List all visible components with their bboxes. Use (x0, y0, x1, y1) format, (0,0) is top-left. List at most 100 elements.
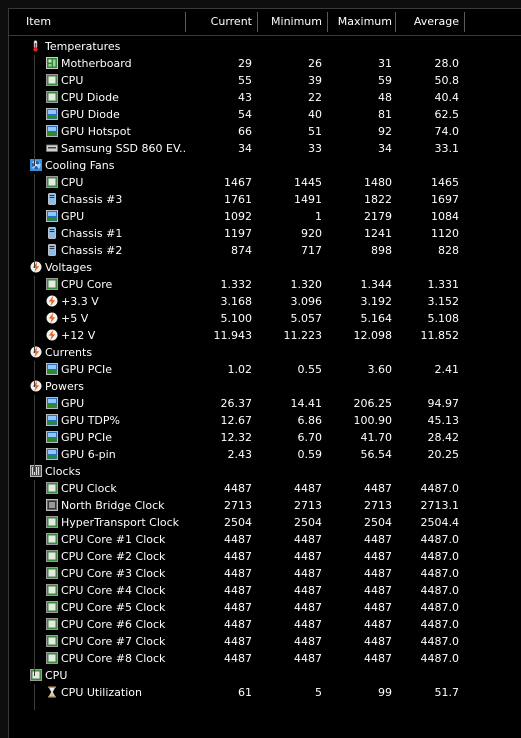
current-value: 5.100 (220, 312, 253, 325)
maximum-value: 4487 (364, 533, 392, 546)
average-value: 4487.0 (420, 584, 460, 597)
average-value: 51.7 (434, 686, 460, 699)
sensor-row[interactable]: GPU 26.37 14.41 206.25 94.97 (9, 395, 521, 412)
sensor-group-row[interactable]: Temperatures (9, 38, 521, 55)
sensor-row[interactable]: CPU Core #8 Clock 4487 4487 4487 4487.0 (9, 650, 521, 667)
minimum-value: 4487 (294, 533, 322, 546)
sensor-label: GPU Diode (61, 108, 120, 121)
sensor-row[interactable]: CPU Core #6 Clock 4487 4487 4487 4487.0 (9, 616, 521, 633)
chip-icon (46, 176, 58, 188)
sensor-row[interactable]: GPU Diode 54 40 81 62.5 (9, 106, 521, 123)
chip-icon (46, 550, 58, 562)
sensor-row[interactable]: CPU Diode 43 22 48 40.4 (9, 89, 521, 106)
header-item[interactable]: Item (26, 9, 51, 35)
minimum-value: 26 (308, 57, 322, 70)
maximum-value: 48 (378, 91, 392, 104)
header-maximum[interactable]: Maximum (328, 9, 392, 35)
sensor-label: GPU Hotspot (61, 125, 131, 138)
sensor-label: CPU Core #3 Clock (61, 567, 166, 580)
chip-icon (46, 567, 58, 579)
maximum-value: 898 (371, 244, 392, 257)
sensor-group-row[interactable]: CPU (9, 667, 521, 684)
header-average[interactable]: Average (396, 9, 459, 35)
maximum-value: 100.90 (353, 414, 393, 427)
average-value: 5.108 (427, 312, 460, 325)
minimum-value: 33 (308, 142, 322, 155)
minimum-value: 1 (315, 210, 322, 223)
average-value: 1120 (431, 227, 459, 240)
sensor-row[interactable]: HyperTransport Clock 2504 2504 2504 2504.4 (9, 514, 521, 531)
sensor-label: GPU (61, 397, 85, 410)
maximum-value: 4487 (364, 550, 392, 563)
sensor-label: CPU Diode (61, 91, 119, 104)
maximum-value: 1480 (364, 176, 392, 189)
group-label: Voltages (45, 261, 92, 274)
current-value: 4487 (224, 601, 252, 614)
chip-icon (46, 618, 58, 630)
sensor-row[interactable]: CPU Core #4 Clock 4487 4487 4487 4487.0 (9, 582, 521, 599)
sensor-row[interactable]: CPU 55 39 59 50.8 (9, 72, 521, 89)
header-current[interactable]: Current (186, 9, 252, 35)
maximum-value: 41.70 (360, 431, 393, 444)
thermometer-icon (30, 40, 42, 52)
current-value: 2.43 (227, 448, 253, 461)
average-value: 11.852 (420, 329, 460, 342)
minimum-value: 5 (315, 686, 322, 699)
chassis-icon (46, 227, 58, 239)
chip-icon (46, 533, 58, 545)
sensor-row[interactable]: CPU Core #1 Clock 4487 4487 4487 4487.0 (9, 531, 521, 548)
average-value: 1084 (431, 210, 459, 223)
sensor-row[interactable]: GPU Hotspot 66 51 92 74.0 (9, 123, 521, 140)
sensor-row[interactable]: CPU Core #5 Clock 4487 4487 4487 4487.0 (9, 599, 521, 616)
current-value: 43 (238, 91, 252, 104)
sensor-group-row[interactable]: Cooling Fans (9, 157, 521, 174)
sensor-label: Samsung SSD 860 EV... (61, 142, 186, 155)
group-label: Currents (45, 346, 93, 359)
sensor-label: CPU Core (61, 278, 113, 291)
sensor-group-row[interactable]: Clocks (9, 463, 521, 480)
sensor-row[interactable]: CPU Core 1.332 1.320 1.344 1.331 (9, 276, 521, 293)
sensor-row[interactable]: North Bridge Clock 2713 2713 2713 2713.1 (9, 497, 521, 514)
sensor-row[interactable]: GPU 1092 1 2179 1084 (9, 208, 521, 225)
current-value: 26.37 (220, 397, 253, 410)
sensor-row[interactable]: Motherboard 29 26 31 28.0 (9, 55, 521, 72)
sensor-row[interactable]: GPU PCIe 1.02 0.55 3.60 2.41 (9, 361, 521, 378)
sensor-row[interactable]: GPU TDP% 12.67 6.86 100.90 45.13 (9, 412, 521, 429)
current-value: 55 (238, 74, 252, 87)
sensor-group-row[interactable]: Powers (9, 378, 521, 395)
maximum-value: 4487 (364, 482, 392, 495)
sensor-row[interactable]: CPU 1467 1445 1480 1465 (9, 174, 521, 191)
header-separator[interactable] (464, 12, 465, 32)
gpu-icon (46, 397, 58, 409)
current-value: 1092 (224, 210, 252, 223)
sensor-row[interactable]: CPU Core #3 Clock 4487 4487 4487 4487.0 (9, 565, 521, 582)
sensor-label: Motherboard (61, 57, 132, 70)
sensor-row[interactable]: CPU Core #2 Clock 4487 4487 4487 4487.0 (9, 548, 521, 565)
current-value: 66 (238, 125, 252, 138)
maximum-value: 5.164 (360, 312, 393, 325)
sensor-row[interactable]: GPU PCIe 12.32 6.70 41.70 28.42 (9, 429, 521, 446)
sensor-group-row[interactable]: Currents (9, 344, 521, 361)
sensor-row[interactable]: Chassis #1 1197 920 1241 1120 (9, 225, 521, 242)
sensor-label: GPU (61, 210, 85, 223)
chip-icon (46, 74, 58, 86)
sensor-row[interactable]: +5 V 5.100 5.057 5.164 5.108 (9, 310, 521, 327)
current-value: 4487 (224, 533, 252, 546)
motherboard-icon (46, 57, 58, 69)
sensor-row[interactable]: CPU Core #7 Clock 4487 4487 4487 4487.0 (9, 633, 521, 650)
sensor-group-row[interactable]: Voltages (9, 259, 521, 276)
sensor-panel: Item Current Minimum Maximum Average Tem… (8, 8, 521, 738)
sensor-row[interactable]: Samsung SSD 860 EV... 34 33 34 33.1 (9, 140, 521, 157)
sensor-row[interactable]: Chassis #2 874 717 898 828 (9, 242, 521, 259)
sensor-row[interactable]: +3.3 V 3.168 3.096 3.192 3.152 (9, 293, 521, 310)
maximum-value: 206.25 (353, 397, 393, 410)
header-minimum[interactable]: Minimum (258, 9, 322, 35)
sensor-row[interactable]: GPU 6-pin 2.43 0.59 56.54 20.25 (9, 446, 521, 463)
sensor-row[interactable]: +12 V 11.943 11.223 12.098 11.852 (9, 327, 521, 344)
sensor-row[interactable]: CPU Clock 4487 4487 4487 4487.0 (9, 480, 521, 497)
sensor-row[interactable]: CPU Utilization 61 5 99 51.7 (9, 684, 521, 701)
average-value: 828 (438, 244, 459, 257)
sensor-row[interactable]: Chassis #3 1761 1491 1822 1697 (9, 191, 521, 208)
minimum-value: 0.59 (297, 448, 323, 461)
gpu-icon (46, 414, 58, 426)
